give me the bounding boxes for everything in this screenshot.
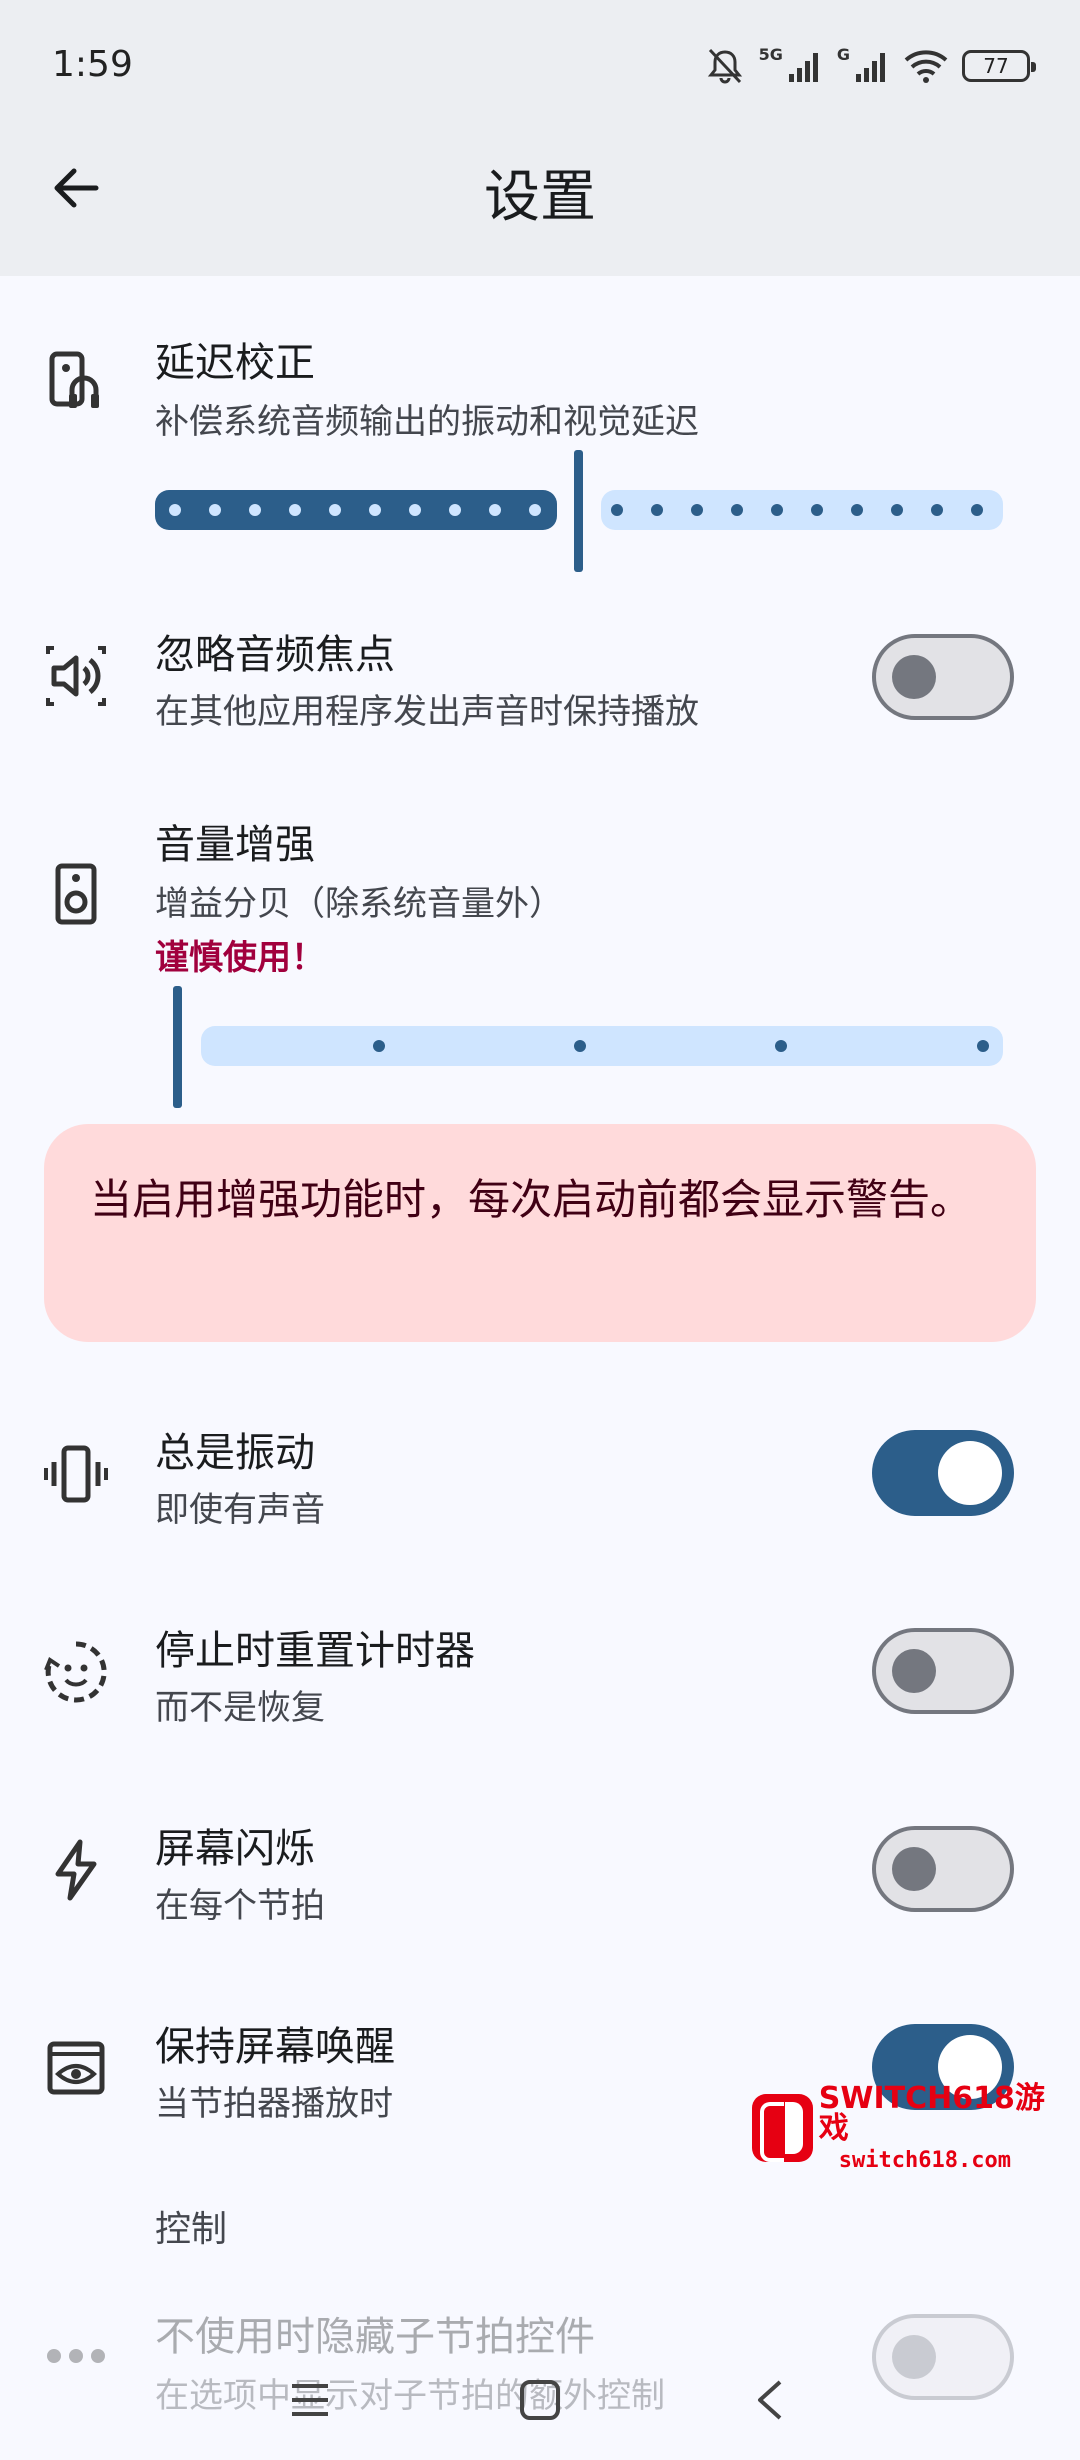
audio-focus-toggle[interactable] — [872, 634, 1014, 720]
network-type-2: G — [836, 44, 850, 64]
toggle-knob — [892, 1847, 936, 1891]
menu-nav-button[interactable] — [280, 2370, 340, 2430]
toggle-knob — [892, 1649, 936, 1693]
boost-warning-card: 当启用增强功能时，每次启动前都会显示警告。 — [44, 1124, 1036, 1342]
eye-screen-icon — [38, 2030, 114, 2106]
battery-icon: 77 — [962, 50, 1036, 82]
audio-focus-title: 忽略音频焦点 — [155, 632, 395, 678]
gain-title: 音量增强 — [155, 822, 315, 868]
vibrate-toggle[interactable] — [872, 1430, 1014, 1516]
keep-awake-title: 保持屏幕唤醒 — [155, 2024, 395, 2070]
home-nav-button[interactable] — [510, 2370, 570, 2430]
keep-awake-subtitle: 当节拍器播放时 — [155, 2084, 393, 2124]
timer-reset-icon — [38, 1634, 114, 1710]
wifi-icon — [904, 50, 948, 83]
watermark-line2: switch618.com — [838, 2148, 1011, 2173]
back-nav-button[interactable] — [740, 2370, 800, 2430]
speaker-box-icon — [38, 856, 114, 932]
screen-flash-title: 屏幕闪烁 — [155, 1826, 315, 1872]
signal-icon — [788, 53, 818, 82]
section-header-controls: 控制 — [155, 2209, 228, 2250]
system-nav-bar — [0, 2340, 1080, 2460]
watermark-logo: SWITCH618游戏 switch618.com — [752, 2084, 1062, 2172]
gain-slider[interactable] — [155, 986, 1003, 1110]
latency-slider-thumb[interactable] — [574, 450, 583, 572]
menu-icon — [292, 2384, 328, 2416]
latency-slider-inactive-track — [601, 490, 1003, 530]
gain-slider-inactive-track — [201, 1026, 1003, 1066]
speaker-icon — [38, 638, 114, 714]
latency-subtitle: 补偿系统音频输出的振动和视觉延迟 — [155, 402, 699, 442]
gain-slider-thumb[interactable] — [173, 986, 182, 1108]
battery-level: 77 — [983, 54, 1009, 78]
app-bar — [0, 0, 1080, 276]
chevron-left-icon — [758, 2380, 782, 2420]
latency-title: 延迟校正 — [155, 340, 315, 386]
vibrate-subtitle: 即使有声音 — [155, 1490, 325, 1530]
reset-timer-title: 停止时重置计时器 — [155, 1628, 475, 1674]
network-type: 5G — [758, 44, 783, 64]
page-title: 设置 — [484, 165, 596, 230]
reset-timer-subtitle: 而不是恢复 — [155, 1688, 325, 1728]
bell-off-icon — [707, 48, 742, 84]
status-icons: 5G G 77 — [705, 44, 1036, 88]
latency-slider[interactable] — [155, 450, 1003, 574]
gain-subtitle: 增益分贝（除系统音量外） — [155, 884, 563, 924]
flash-icon — [38, 1832, 114, 1908]
gain-warning: 谨慎使用！ — [155, 938, 325, 978]
toggle-knob — [938, 1441, 1002, 1505]
vibrate-icon — [38, 1436, 114, 1512]
reset-timer-toggle[interactable] — [872, 1628, 1014, 1714]
latency-slider-active-track — [155, 490, 557, 530]
toggle-knob — [892, 655, 936, 699]
vibrate-title: 总是振动 — [155, 1430, 315, 1476]
screen-flash-toggle[interactable] — [872, 1826, 1014, 1912]
home-square-icon — [520, 2380, 560, 2420]
phone-headphones-icon — [38, 344, 114, 420]
watermark-line1: SWITCH618游戏 — [818, 2081, 1045, 2146]
status-time: 1:59 — [52, 44, 133, 85]
screen-flash-subtitle: 在每个节拍 — [155, 1886, 325, 1926]
signal-icon-2 — [856, 53, 885, 82]
console-logo-icon — [752, 2094, 813, 2162]
audio-focus-subtitle: 在其他应用程序发出声音时保持播放 — [155, 692, 699, 732]
